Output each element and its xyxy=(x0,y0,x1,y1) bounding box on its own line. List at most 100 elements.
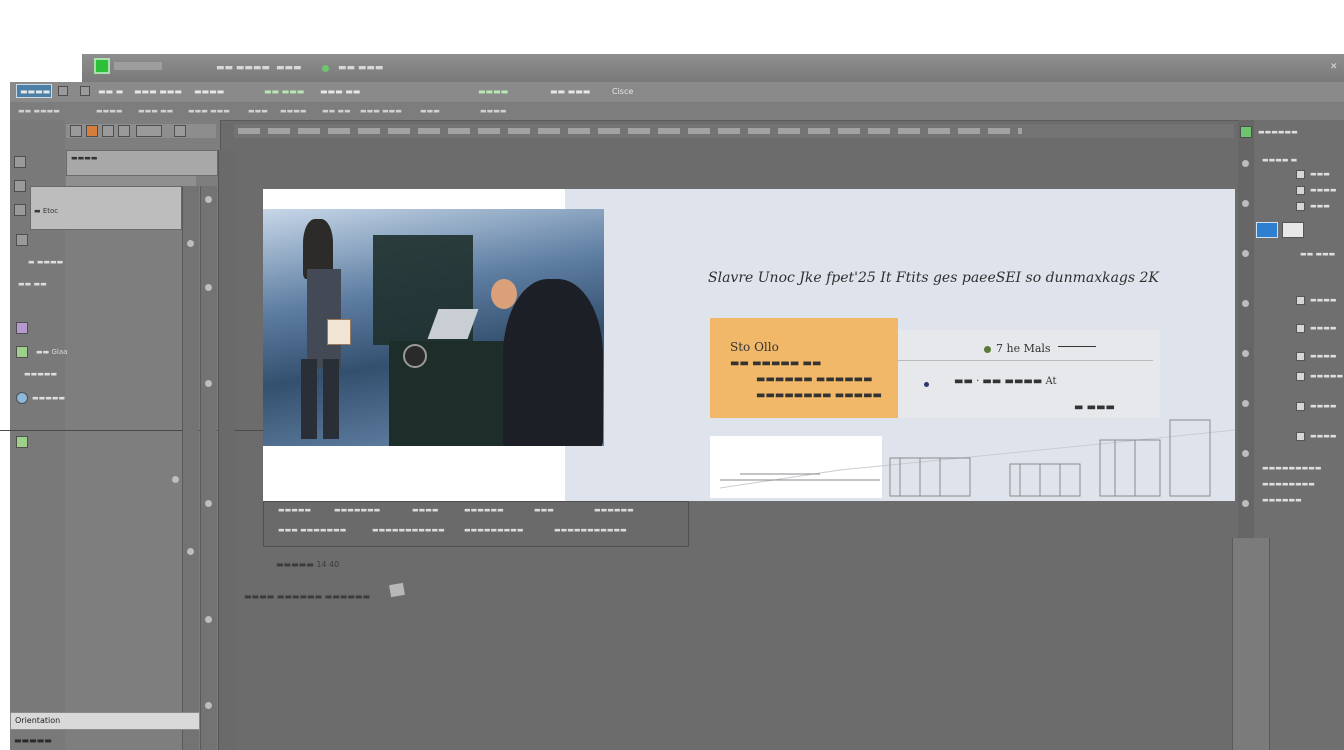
right-row-10[interactable]: ▬▬▬▬ xyxy=(1310,402,1336,410)
canvas-headline[interactable]: Slavre Unoc Jke fpet'25 It Ftits ges pae… xyxy=(708,270,1159,286)
checkbox-icon[interactable] xyxy=(1296,170,1305,179)
option-item-1[interactable]: ▬▬ ▬▬▬▬ xyxy=(18,107,60,115)
layer-color-icon[interactable] xyxy=(86,125,98,137)
tool-select-icon[interactable] xyxy=(14,180,26,192)
checkbox-icon[interactable] xyxy=(1296,432,1305,441)
option-item-2[interactable]: ▬▬▬▬ xyxy=(96,107,122,115)
scroll-dot-icon[interactable] xyxy=(187,548,194,555)
close-icon[interactable]: ✕ xyxy=(1330,62,1338,72)
option-item-5[interactable]: ▬▬▬ xyxy=(248,107,268,115)
layer-item-3[interactable]: ▬▬ Glaa xyxy=(36,348,67,356)
layer-group-icon[interactable] xyxy=(118,125,130,137)
right-row-9[interactable]: ▬▬▬▬▬ xyxy=(1310,372,1343,380)
option-item-4[interactable]: ▬▬▬ ▬▬▬ xyxy=(188,107,230,115)
layer-scrollbar-2[interactable] xyxy=(200,186,217,750)
right-row-11[interactable]: ▬▬▬▬ xyxy=(1310,432,1336,440)
bottom-row2-item-4[interactable]: ▬▬▬▬▬▬▬▬▬▬▬ xyxy=(554,526,627,534)
layer-item-5[interactable]: ▬▬▬▬▬ xyxy=(32,394,65,402)
panel-dot-icon[interactable] xyxy=(1242,300,1249,307)
color-swatch-icon[interactable] xyxy=(1282,222,1304,238)
menu-active-item[interactable]: ▬▬▬▬ xyxy=(16,84,52,98)
panel-dot-icon[interactable] xyxy=(1242,500,1249,507)
right-row-5[interactable]: ▬▬ ▬▬▬ xyxy=(1300,250,1335,258)
layer-row-selected[interactable]: ▬ Etoc xyxy=(30,186,182,230)
layer-item-1[interactable]: ▬ ▬▬▬▬ xyxy=(28,258,63,266)
folder-icon[interactable] xyxy=(80,86,90,96)
option-item-7[interactable]: ▬▬ ▬▬ xyxy=(322,107,351,115)
layer-scrollbar-1[interactable] xyxy=(182,186,199,750)
right-footer-1[interactable]: ▬▬▬▬▬▬▬▬▬ xyxy=(1262,464,1322,472)
right-footer-3[interactable]: ▬▬▬▬▬▬ xyxy=(1262,496,1302,504)
bottom-row1-item-1[interactable]: ▬▬▬▬▬ xyxy=(278,506,311,514)
right-row-3[interactable]: ▬▬▬▬ xyxy=(1310,186,1336,194)
checkbox-icon[interactable] xyxy=(1296,324,1305,333)
bottom-row1-item-4[interactable]: ▬▬▬▬▬▬ xyxy=(464,506,504,514)
right-row-4[interactable]: ▬▬▬ xyxy=(1310,202,1330,210)
bottom-row1-item-6[interactable]: ▬▬▬▬▬▬ xyxy=(594,506,634,514)
checkbox-icon[interactable] xyxy=(1296,402,1305,411)
title-item-3[interactable]: ▬▬ ▬▬▬ xyxy=(338,63,383,73)
layer-scrollbar-3[interactable] xyxy=(218,150,235,750)
layer-item-2[interactable]: ▬▬ ▬▬ xyxy=(18,280,47,288)
panel-dot-icon[interactable] xyxy=(1242,160,1249,167)
color-swatch-icon[interactable] xyxy=(1256,222,1278,238)
panel-dot-icon[interactable] xyxy=(1242,350,1249,357)
scroll-dot-icon[interactable] xyxy=(172,476,179,483)
panel-dot-icon[interactable] xyxy=(1242,450,1249,457)
scroll-dot-icon[interactable] xyxy=(205,702,212,709)
menu-item-2[interactable]: ▬▬▬ ▬▬▬ xyxy=(134,87,182,96)
tool-crop-icon[interactable] xyxy=(16,234,28,246)
panel-dot-icon[interactable] xyxy=(1242,200,1249,207)
option-item-3[interactable]: ▬▬▬ ▬▬ xyxy=(138,107,173,115)
layer-link-icon[interactable] xyxy=(136,125,162,137)
right-row-6[interactable]: ▬▬▬▬ xyxy=(1310,296,1336,304)
scroll-dot-icon[interactable] xyxy=(205,616,212,623)
scroll-dot-icon[interactable] xyxy=(205,284,212,291)
bottom-row1-item-3[interactable]: ▬▬▬▬ xyxy=(412,506,438,514)
tool-globe-icon[interactable] xyxy=(16,392,28,404)
scroll-dot-icon[interactable] xyxy=(205,500,212,507)
menu-item-7[interactable]: ▬▬ ▬▬▬ xyxy=(550,87,590,96)
panel-toggle-icon[interactable] xyxy=(1240,126,1252,138)
canvas-photo[interactable] xyxy=(263,209,604,446)
panel-dot-icon[interactable] xyxy=(1242,400,1249,407)
tool-brush-icon[interactable] xyxy=(16,322,28,334)
checkbox-icon[interactable] xyxy=(1296,352,1305,361)
bottom-row2-item-3[interactable]: ▬▬▬▬▬▬▬▬▬ xyxy=(464,526,524,534)
bottom-row2-item-1[interactable]: ▬▬▬ ▬▬▬▬▬▬▬ xyxy=(278,526,346,534)
scroll-dot-icon[interactable] xyxy=(205,196,212,203)
right-row-1[interactable]: ▬▬▬▬ ▬ xyxy=(1262,156,1297,164)
checkbox-icon[interactable] xyxy=(1296,186,1305,195)
layer-mask-icon[interactable] xyxy=(102,125,114,137)
menu-item-6[interactable]: ▬▬▬▬ xyxy=(478,87,508,96)
checkbox-icon[interactable] xyxy=(1296,296,1305,305)
right-footer-2[interactable]: ▬▬▬▬▬▬▬▬ xyxy=(1262,480,1315,488)
bottom-row2-item-2[interactable]: ▬▬▬▬▬▬▬▬▬▬▬ xyxy=(372,526,445,534)
title-item-1[interactable]: ▬▬ ▬▬▬▬ xyxy=(216,63,270,73)
title-item-2[interactable]: ▬▬▬ xyxy=(276,63,302,73)
right-row-7[interactable]: ▬▬▬▬ xyxy=(1310,324,1336,332)
small-thumbnail[interactable] xyxy=(389,582,405,598)
menu-item-cisce[interactable]: Cisce xyxy=(612,87,633,96)
tool-lasso-icon[interactable] xyxy=(14,204,26,216)
option-item-8[interactable]: ▬▬▬ ▬▬▬ xyxy=(360,107,402,115)
menu-item-5[interactable]: ▬▬▬ ▬▬ xyxy=(320,87,360,96)
bottom-row1-item-2[interactable]: ▬▬▬▬▬▬▬ xyxy=(334,506,380,514)
tool-move-icon[interactable] xyxy=(14,156,26,168)
menu-item-3[interactable]: ▬▬▬▬ xyxy=(194,87,224,96)
option-item-9[interactable]: ▬▬▬ xyxy=(420,107,440,115)
home-icon[interactable] xyxy=(58,86,68,96)
scroll-dot-icon[interactable] xyxy=(187,240,194,247)
tool-grid-icon[interactable] xyxy=(16,436,28,448)
tool-fill-icon[interactable] xyxy=(16,346,28,358)
scroll-dot-icon[interactable] xyxy=(205,380,212,387)
panel-resize-bar[interactable] xyxy=(1232,538,1270,750)
option-item-10[interactable]: ▬▬▬▬ xyxy=(480,107,506,115)
checkbox-icon[interactable] xyxy=(1296,202,1305,211)
option-item-6[interactable]: ▬▬▬▬ xyxy=(280,107,306,115)
panel-dot-icon[interactable] xyxy=(1242,250,1249,257)
menu-item-1[interactable]: ▬▬ ▬ xyxy=(98,87,123,96)
menu-item-4[interactable]: ▬▬ ▬▬▬ xyxy=(264,87,304,96)
right-row-8[interactable]: ▬▬▬▬ xyxy=(1310,352,1336,360)
layer-item-4[interactable]: ▬▬▬▬▬ xyxy=(24,370,57,378)
